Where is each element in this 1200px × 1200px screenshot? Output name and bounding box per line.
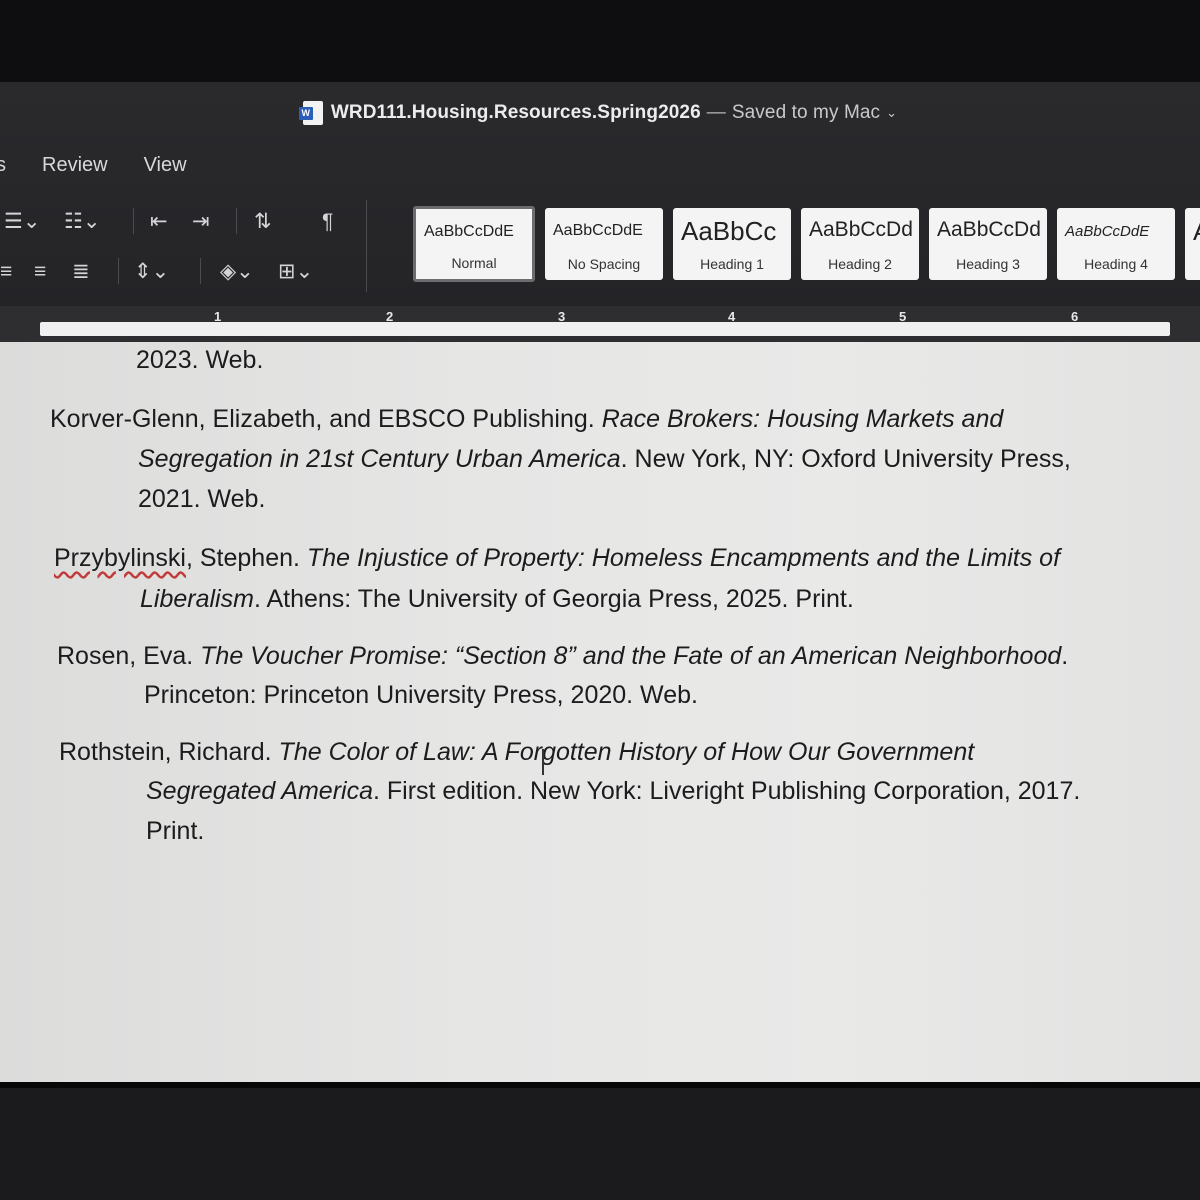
entry-title: Race Brokers: Housing Markets and [601,405,1004,433]
divider [366,200,367,292]
style-heading-4[interactable]: AaBbCcDdE Heading 4 [1057,208,1175,280]
style-name: Heading 1 [700,256,764,272]
increase-indent-icon[interactable]: ⇥ [192,210,210,234]
entry-text: 2023. Web. [136,346,264,374]
entry-line: Korver-Glenn, Elizabeth, and EBSCO Publi… [50,399,1003,439]
sort-icon[interactable]: ⇅ [254,210,272,234]
word-document-icon [298,101,323,125]
style-sample: AaBbCcDdE [424,223,514,240]
entry-line: 2021. Web. [138,479,265,519]
pilcrow-icon[interactable]: ¶ [322,210,333,234]
shading-icon[interactable]: ◈⌄ [220,260,254,284]
entry-text: 2021. Web. [138,485,266,513]
entry-line: Przybylinski, Stephen. The Injustice of … [54,538,1060,578]
screen-bezel-top [0,0,1200,82]
style-sample: AaBbCcDdE [1065,223,1150,240]
chevron-down-icon[interactable]: ⌄ [886,105,897,121]
decrease-indent-icon[interactable]: ⇤ [150,210,168,234]
ruler-number: 4 [728,309,736,324]
entry-text: . Athens: The University of Georgia Pres… [253,585,854,613]
ruler-number: 5 [899,309,907,324]
entry-title: The Injustice of Property: Homeless Enca… [306,544,1061,572]
ruler-number: 3 [558,309,566,324]
title-bar: WRD111.Housing.Resources.Spring2026 — Sa… [0,82,1200,144]
align-right-icon[interactable]: ≡ [34,260,46,284]
divider [133,208,134,234]
style-sample: AaBbCcDd [937,218,1041,241]
style-no-spacing[interactable]: AaBbCcDdE No Spacing [545,208,663,280]
tab-review[interactable]: Review [42,154,108,177]
entry-text: . First edition. New York: Liveright Pub… [372,777,1081,805]
bullet-list-icon[interactable]: ☰⌄ [4,210,40,234]
entry-line: Rosen, Eva. The Voucher Promise: “Sectio… [57,636,1068,676]
entry-text: Korver-Glenn, Elizabeth, and EBSCO Publi… [50,405,602,433]
spellcheck-word[interactable]: Przybylinski [54,544,186,572]
document-title[interactable]: WRD111.Housing.Resources.Spring2026 [331,102,701,124]
divider [236,208,237,234]
tab-view[interactable]: View [144,154,187,177]
style-name: No Spacing [567,256,641,272]
horizontal-ruler[interactable]: 1 2 3 4 5 6 [0,306,1200,342]
entry-text: Print. [146,817,205,845]
style-heading-3[interactable]: AaBbCcDd Heading 3 [929,208,1047,280]
borders-icon[interactable]: ⊞⌄ [278,260,313,284]
styles-gallery: AaBbCcDdE Normal AaBbCcDdE No Spacing Aa… [413,206,1200,282]
style-name: Heading 4 [1084,256,1148,272]
divider [118,258,119,284]
entry-text: . New York, NY: Oxford University Press, [620,445,1071,473]
ruler-track [40,322,1170,336]
save-status[interactable]: Saved to my Mac [732,102,880,124]
style-sample: AaBbCc [681,216,777,246]
entry-line: Print. [146,811,204,851]
style-heading-1[interactable]: AaBbCc Heading 1 [673,208,791,280]
entry-title: Liberalism [140,585,254,613]
entry-text: , Stephen. [185,544,307,572]
entry-line: Liberalism. Athens: The University of Ge… [140,579,854,619]
style-sample: AaBbCcDd [809,218,913,241]
numbered-list-icon[interactable]: ☷⌄ [64,210,100,234]
style-name: Heading 2 [828,256,892,272]
entry-text: Rothstein, Richard. [59,738,279,766]
entry-title: The Voucher Promise: “Section 8” and the… [200,642,1062,670]
divider [200,258,201,284]
style-normal[interactable]: AaBbCcDdE Normal [413,206,535,282]
style-heading-2[interactable]: AaBbCcDd Heading 2 [801,208,919,280]
screen-bezel-bottom [0,1082,1200,1200]
entry-line: 2023. Web. [136,340,263,380]
entry-line: Segregated America. First edition. New Y… [146,771,1080,811]
ruler-number: 2 [386,309,394,324]
align-center-icon[interactable]: ≡ [0,260,12,284]
ribbon-tabs: s Review View [0,148,223,182]
style-sample: AaBbCcDdE [553,222,643,239]
line-spacing-icon[interactable]: ⇕⌄ [134,260,169,284]
entry-title: Segregation in 21st Century Urban Americ… [138,445,621,473]
entry-text: . [1061,642,1069,670]
text-cursor [542,749,544,775]
entry-text: Princeton: Princeton University Press, 2… [144,681,698,709]
entry-title: Segregated America [146,777,373,805]
entry-text: Rosen, Eva. [57,642,201,670]
style-name: Heading 3 [956,256,1020,272]
justify-icon[interactable]: ≣ [72,260,90,284]
ruler-number: 6 [1071,309,1079,324]
title-separator: — [706,102,726,123]
entry-line: Rothstein, Richard. The Color of Law: A … [59,732,974,772]
style-sample: A [1193,216,1200,247]
style-title-partial[interactable]: A [1185,208,1200,280]
entry-line: Segregation in 21st Century Urban Americ… [138,439,1071,479]
entry-line: Princeton: Princeton University Press, 2… [144,675,698,715]
style-name: Normal [451,255,497,271]
entry-title: The Color of Law: A Forgotten History of… [278,738,975,766]
tab-partial[interactable]: s [0,154,6,177]
ruler-number: 1 [214,309,222,324]
